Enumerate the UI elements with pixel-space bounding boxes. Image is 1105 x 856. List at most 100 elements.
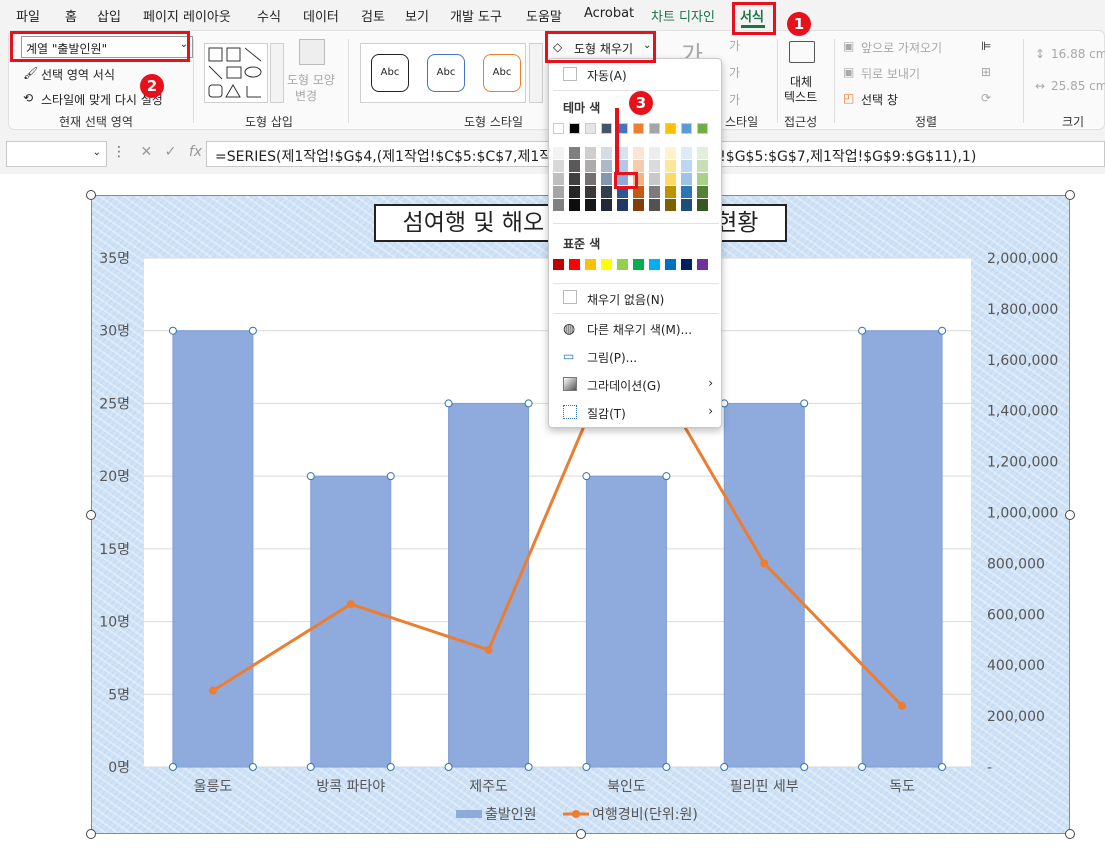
theme-color-shade-swatch[interactable] [681,147,692,159]
y-right-tick-label: 400,000 [987,658,1045,674]
theme-color-shade-swatch[interactable] [553,186,564,198]
theme-color-shade-swatch[interactable] [649,186,660,198]
picture-fill-option[interactable]: 그림(P)... [587,349,637,366]
chevron-right-icon: › [708,404,713,418]
theme-color-shade-swatch[interactable] [585,173,596,185]
standard-color-swatch[interactable] [649,259,660,270]
theme-color-shade-swatch[interactable] [633,199,644,211]
standard-color-swatch[interactable] [697,259,708,270]
picture-icon: ▭ [563,349,575,363]
theme-color-shade-swatch[interactable] [601,186,612,198]
y-left-tick-label: 30명 [99,324,130,340]
standard-color-swatch[interactable] [585,259,596,270]
series-selection-handle [168,763,177,771]
standard-color-swatch[interactable] [665,259,676,270]
theme-color-swatch[interactable] [569,123,580,134]
theme-color-shade-swatch[interactable] [665,173,676,185]
theme-color-shade-swatch[interactable] [569,199,580,211]
x-tick-label: 방콕 파타야 [316,779,385,795]
bar [585,475,667,768]
theme-color-shade-swatch[interactable] [569,186,580,198]
line-point [346,600,355,609]
theme-color-shade-swatch[interactable] [585,199,596,211]
theme-color-shade-swatch[interactable] [649,199,660,211]
theme-color-shade-swatch[interactable] [601,160,612,172]
theme-color-shade-swatch[interactable] [665,147,676,159]
theme-color-swatch[interactable] [633,123,644,134]
y-right-tick-label: - [987,760,992,776]
resize-handle[interactable] [1065,190,1075,200]
standard-color-swatch[interactable] [601,259,612,270]
series-selection-handle [444,763,453,771]
theme-color-swatch[interactable] [553,123,564,134]
theme-color-shade-swatch[interactable] [633,147,644,159]
no-fill-icon [563,290,577,304]
theme-color-swatch[interactable] [601,123,612,134]
theme-color-shade-swatch[interactable] [649,147,660,159]
resize-handle[interactable] [1065,510,1075,520]
theme-color-shade-swatch[interactable] [697,199,708,211]
standard-color-swatch[interactable] [569,259,580,270]
y-right-tick-label: 800,000 [987,556,1045,572]
theme-color-shade-swatch[interactable] [569,147,580,159]
theme-color-shade-swatch[interactable] [665,199,676,211]
more-fill-colors-option[interactable]: 다른 채우기 색(M)... [587,321,692,338]
theme-color-shade-swatch[interactable] [553,199,564,211]
theme-color-shade-swatch[interactable] [697,160,708,172]
theme-color-shade-swatch[interactable] [681,160,692,172]
no-fill-option[interactable]: 채우기 없음(N) [587,291,664,308]
auto-fill-option[interactable]: 자동(A) [587,67,627,84]
theme-color-shade-swatch[interactable] [569,160,580,172]
theme-color-shade-swatch[interactable] [697,147,708,159]
pointer-line [615,108,619,175]
theme-color-shade-swatch[interactable] [681,199,692,211]
resize-handle[interactable] [86,829,96,839]
theme-color-swatch[interactable] [665,123,676,134]
theme-color-shade-swatch[interactable] [681,173,692,185]
theme-color-shade-swatch[interactable] [569,173,580,185]
theme-color-shade-swatch[interactable] [585,160,596,172]
legend-label: 출발인원 [485,807,537,823]
theme-color-swatch[interactable] [649,123,660,134]
theme-color-shade-swatch[interactable] [553,147,564,159]
resize-handle[interactable] [1065,829,1075,839]
standard-color-swatch[interactable] [633,259,644,270]
theme-color-swatch[interactable] [585,123,596,134]
theme-color-swatch[interactable] [681,123,692,134]
highlight-selected-color [614,172,638,189]
series-selection-handle [582,472,591,481]
theme-color-shade-swatch[interactable] [697,173,708,185]
theme-color-shade-swatch[interactable] [649,173,660,185]
theme-color-shade-swatch[interactable] [553,173,564,185]
bar [861,330,943,768]
divider [553,313,719,314]
y-left-tick-label: 15명 [99,542,130,558]
theme-color-shade-swatch[interactable] [665,186,676,198]
texture-fill-option[interactable]: 질감(T) [587,405,626,422]
theme-color-shade-swatch[interactable] [665,160,676,172]
theme-color-shade-swatch[interactable] [601,199,612,211]
resize-handle[interactable] [86,190,96,200]
resize-handle[interactable] [86,510,96,520]
theme-color-shade-swatch[interactable] [681,186,692,198]
divider [553,283,719,284]
palette-icon: ◍ [563,321,576,337]
resize-handle[interactable] [576,829,586,839]
standard-color-swatch[interactable] [553,259,564,270]
theme-color-shade-swatch[interactable] [601,173,612,185]
divider [553,223,719,224]
theme-color-shade-swatch[interactable] [601,147,612,159]
theme-color-shade-swatch[interactable] [553,160,564,172]
theme-color-swatch[interactable] [697,123,708,134]
theme-color-shade-swatch[interactable] [617,199,628,211]
theme-color-shade-swatch[interactable] [697,186,708,198]
theme-color-shade-swatch[interactable] [585,147,596,159]
gradient-fill-option[interactable]: 그라데이션(G) [587,377,661,394]
theme-color-shade-swatch[interactable] [633,160,644,172]
standard-color-swatch[interactable] [617,259,628,270]
theme-color-shade-swatch[interactable] [649,160,660,172]
series-selection-handle [386,472,395,481]
series-selection-handle [444,399,453,408]
standard-color-swatch[interactable] [681,259,692,270]
theme-color-shade-swatch[interactable] [585,186,596,198]
